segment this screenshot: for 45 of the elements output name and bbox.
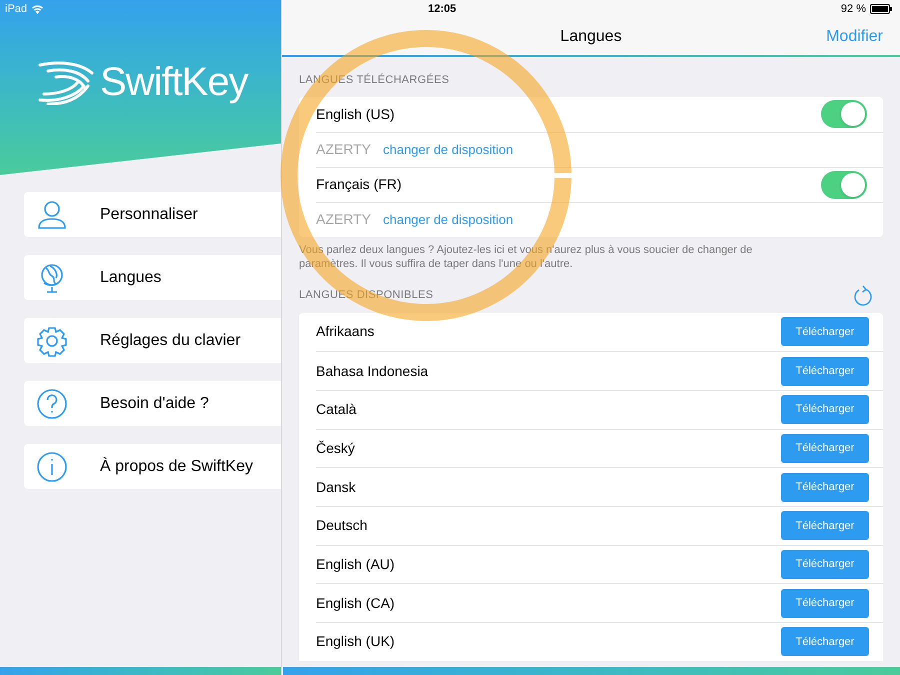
battery-level: 92 % xyxy=(840,2,866,17)
person-icon xyxy=(36,198,68,230)
language-name: Català xyxy=(316,400,358,420)
sidebar-item[interactable]: À propos de SwiftKey xyxy=(24,444,281,489)
language-name: English (CA) xyxy=(316,594,396,613)
battery-icon xyxy=(870,4,892,14)
logo-text: SwiftKey xyxy=(100,59,248,106)
page-title: Langues xyxy=(560,26,622,46)
help-icon xyxy=(36,388,68,420)
sidebar-item[interactable]: Réglages du clavier xyxy=(24,318,281,363)
edit-button[interactable]: Modifier xyxy=(826,24,883,48)
language-name: English (AU) xyxy=(316,554,396,574)
language-name: English (UK) xyxy=(316,632,396,652)
download-button[interactable]: Télécharger xyxy=(781,472,869,502)
sidebar-item[interactable]: Langues xyxy=(24,255,281,300)
language-name: Český xyxy=(316,438,356,458)
gear-icon xyxy=(36,324,68,356)
status-time: 12:05 xyxy=(428,2,456,17)
download-button[interactable]: Télécharger xyxy=(781,356,869,386)
download-button[interactable]: Télécharger xyxy=(781,434,869,463)
language-name: Français (FR) xyxy=(316,175,403,194)
sidebar-item[interactable]: Besoin d'aide ? xyxy=(24,381,281,426)
info-icon xyxy=(36,450,68,482)
layout-name: AZERTY xyxy=(316,210,371,229)
language-name: Deutsch xyxy=(316,516,368,536)
download-button[interactable]: Télécharger xyxy=(781,627,869,656)
sidebar-item[interactable]: Personnaliser xyxy=(24,192,281,237)
language-name: Dansk xyxy=(316,478,357,497)
download-button[interactable]: Télécharger xyxy=(781,395,869,424)
toggle-switch[interactable] xyxy=(821,100,867,128)
language-name: Afrikaans xyxy=(316,322,376,342)
refresh-icon[interactable] xyxy=(853,284,873,306)
change-layout-link[interactable]: changer de disposition xyxy=(382,140,514,160)
toggle-switch[interactable] xyxy=(821,170,867,198)
language-name: Bahasa Indonesia xyxy=(316,362,430,381)
download-button[interactable]: Télécharger xyxy=(781,511,869,540)
download-button[interactable]: Télécharger xyxy=(781,317,869,346)
download-button[interactable]: Télécharger xyxy=(781,550,869,579)
layout-name: AZERTY xyxy=(316,140,371,159)
swoosh-icon xyxy=(38,60,96,104)
wifi-icon xyxy=(31,4,44,14)
download-button[interactable]: Télécharger xyxy=(781,588,869,618)
language-name: English (US) xyxy=(316,104,396,124)
change-layout-link[interactable]: changer de disposition xyxy=(382,210,514,230)
device-name: iPad xyxy=(5,2,28,17)
